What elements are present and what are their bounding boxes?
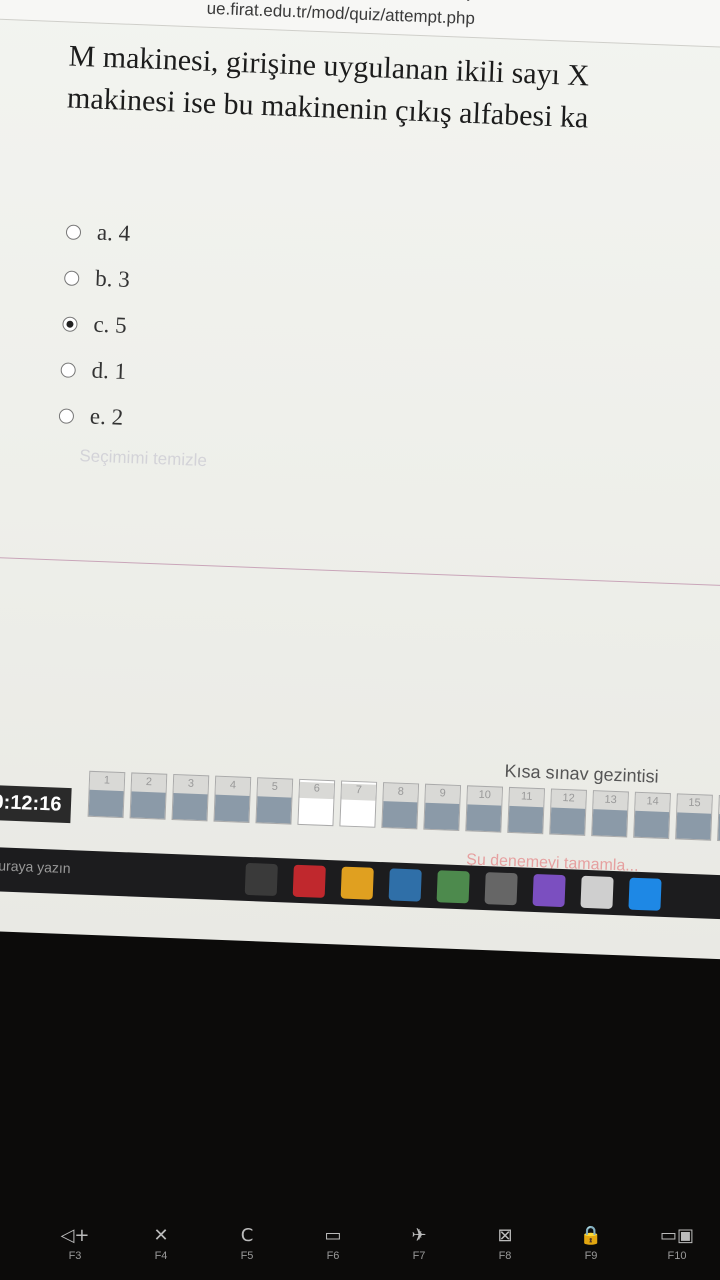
- quiz-nav-number: 2: [131, 775, 167, 793]
- timer: re 0:12:16: [0, 783, 73, 824]
- opera-icon[interactable]: [292, 864, 326, 898]
- fkey-label: F5: [240, 1250, 254, 1262]
- section-divider: [0, 557, 720, 587]
- fkey-label: F6: [326, 1250, 340, 1262]
- quiz-nav-number: 4: [215, 778, 251, 796]
- fkey-f7: ✈ F7: [384, 1225, 454, 1262]
- fkey-symbol-icon: ▭: [324, 1225, 342, 1246]
- quiz-nav-number: 11: [509, 789, 544, 808]
- edge-icon[interactable]: [628, 877, 662, 911]
- package-icon[interactable]: [580, 875, 614, 909]
- option-d[interactable]: d. 1: [60, 346, 127, 394]
- visual-studio-icon[interactable]: [532, 873, 566, 908]
- quiz-nav-button-14[interactable]: 14: [633, 791, 671, 840]
- fkey-label: F8: [498, 1250, 512, 1262]
- quiz-nav-number: 10: [467, 788, 502, 806]
- quiz-nav-button-10[interactable]: 10: [465, 785, 504, 833]
- quiz-nav-button-12[interactable]: 12: [549, 788, 587, 836]
- quiz-nav-number: 1: [89, 773, 125, 792]
- quiz-nav-button-1[interactable]: 1: [87, 770, 126, 819]
- app-icon[interactable]: [388, 868, 422, 902]
- quiz-nav-button-5[interactable]: 5: [255, 777, 294, 825]
- option-b-label[interactable]: b. 3: [95, 266, 130, 293]
- quiz-nav-button-3[interactable]: 3: [171, 774, 210, 822]
- fkey-label: F9: [584, 1250, 598, 1262]
- unity-icon[interactable]: [484, 872, 518, 906]
- fkey-label: F3: [68, 1250, 82, 1262]
- keyboard-function-row: ◁+ F3 ✕ F4 C F5 ▭ F6 ✈ F7 ⊠ F8 🔒 F9 ▭▣ F10: [0, 1225, 720, 1280]
- quiz-nav-button-4[interactable]: 4: [213, 775, 252, 823]
- fkey-symbol-icon: ▭▣: [659, 1225, 694, 1246]
- quiz-nav-number: 15: [677, 796, 712, 814]
- quiz-nav-button-15[interactable]: 15: [675, 793, 713, 841]
- fkey-symbol-icon: C: [240, 1225, 254, 1246]
- radio-a[interactable]: [65, 224, 82, 240]
- option-a[interactable]: a. 4: [65, 209, 132, 257]
- option-e[interactable]: e. 2: [58, 392, 125, 440]
- quiz-nav-number: 13: [593, 793, 628, 811]
- quiz-nav-button-11[interactable]: 11: [507, 786, 546, 835]
- fkey-symbol-icon: ◁+: [60, 1225, 90, 1246]
- quiz-nav-number: 9: [425, 786, 460, 805]
- quiz-nav-button-13[interactable]: 13: [591, 790, 629, 838]
- quiz-nav-number: 3: [173, 777, 209, 795]
- radio-c[interactable]: [62, 315, 78, 332]
- taskbar-search[interactable]: için buraya yazın: [0, 856, 71, 876]
- quiz-nav-button-7[interactable]: 7: [339, 780, 378, 828]
- fkey-label: F4: [154, 1250, 168, 1262]
- option-b[interactable]: b. 3: [63, 254, 130, 302]
- fkey-f3: ◁+ F3: [40, 1225, 110, 1262]
- option-a-label[interactable]: a. 4: [97, 220, 131, 247]
- fkey-f6: ▭ F6: [298, 1225, 368, 1262]
- fkey-label: F7: [412, 1250, 426, 1262]
- quiz-nav-title: Kısa sınav gezintisi: [504, 760, 659, 787]
- quiz-nav-button-6[interactable]: 6: [297, 778, 336, 827]
- option-e-label[interactable]: e. 2: [89, 404, 123, 431]
- task-view-icon[interactable]: [244, 862, 278, 897]
- radio-b[interactable]: [63, 269, 80, 286]
- fkey-symbol-icon: ⊠: [497, 1225, 513, 1246]
- quiz-nav-number: 14: [635, 794, 670, 813]
- fkey-label: F10: [667, 1250, 687, 1262]
- file-icon[interactable]: [436, 870, 470, 904]
- fkey-symbol-icon: 🔒: [579, 1225, 603, 1246]
- question-text: M makinesi, girişine uygulanan ikili say…: [66, 35, 720, 148]
- quiz-nav-number: 8: [383, 785, 418, 803]
- radio-d[interactable]: [60, 361, 77, 378]
- url-text[interactable]: ue.firat.edu.tr/mod/quiz/attempt.php: [206, 0, 475, 29]
- option-c-label[interactable]: c. 5: [93, 312, 127, 339]
- fkey-f10: ▭▣ F10: [642, 1225, 712, 1262]
- fkey-symbol-icon: ✕: [153, 1225, 169, 1246]
- fkey-f5: C F5: [212, 1225, 282, 1262]
- quiz-nav-button-8[interactable]: 8: [381, 782, 420, 830]
- option-d-label[interactable]: d. 1: [91, 358, 126, 385]
- quiz-nav-button-9[interactable]: 9: [423, 783, 462, 832]
- radio-e[interactable]: [58, 407, 75, 424]
- quiz-nav-number: 5: [257, 780, 293, 798]
- answer-options: a. 4 b. 3 c. 5 d. 1 e. 2: [58, 209, 132, 441]
- quiz-nav-number: 6: [299, 781, 335, 800]
- monitor-screen: ue.firat.edu.tr/mod/quiz/attempt.php M m…: [0, 0, 720, 961]
- chrome-icon[interactable]: [340, 866, 374, 900]
- fkey-symbol-icon: ✈: [411, 1225, 427, 1246]
- quiz-nav-button-2[interactable]: 2: [129, 772, 168, 820]
- fkey-f9: 🔒 F9: [556, 1225, 626, 1262]
- clear-choice-link[interactable]: Seçimimi temizle: [79, 446, 207, 471]
- fkey-f8: ⊠ F8: [470, 1225, 540, 1262]
- fkey-f4: ✕ F4: [126, 1225, 196, 1262]
- tab-divider: [467, 0, 470, 1]
- taskbar-icons: [244, 862, 662, 911]
- quiz-nav-number: 7: [341, 783, 377, 801]
- option-c[interactable]: c. 5: [62, 300, 129, 348]
- quiz-nav-number: 12: [551, 791, 586, 809]
